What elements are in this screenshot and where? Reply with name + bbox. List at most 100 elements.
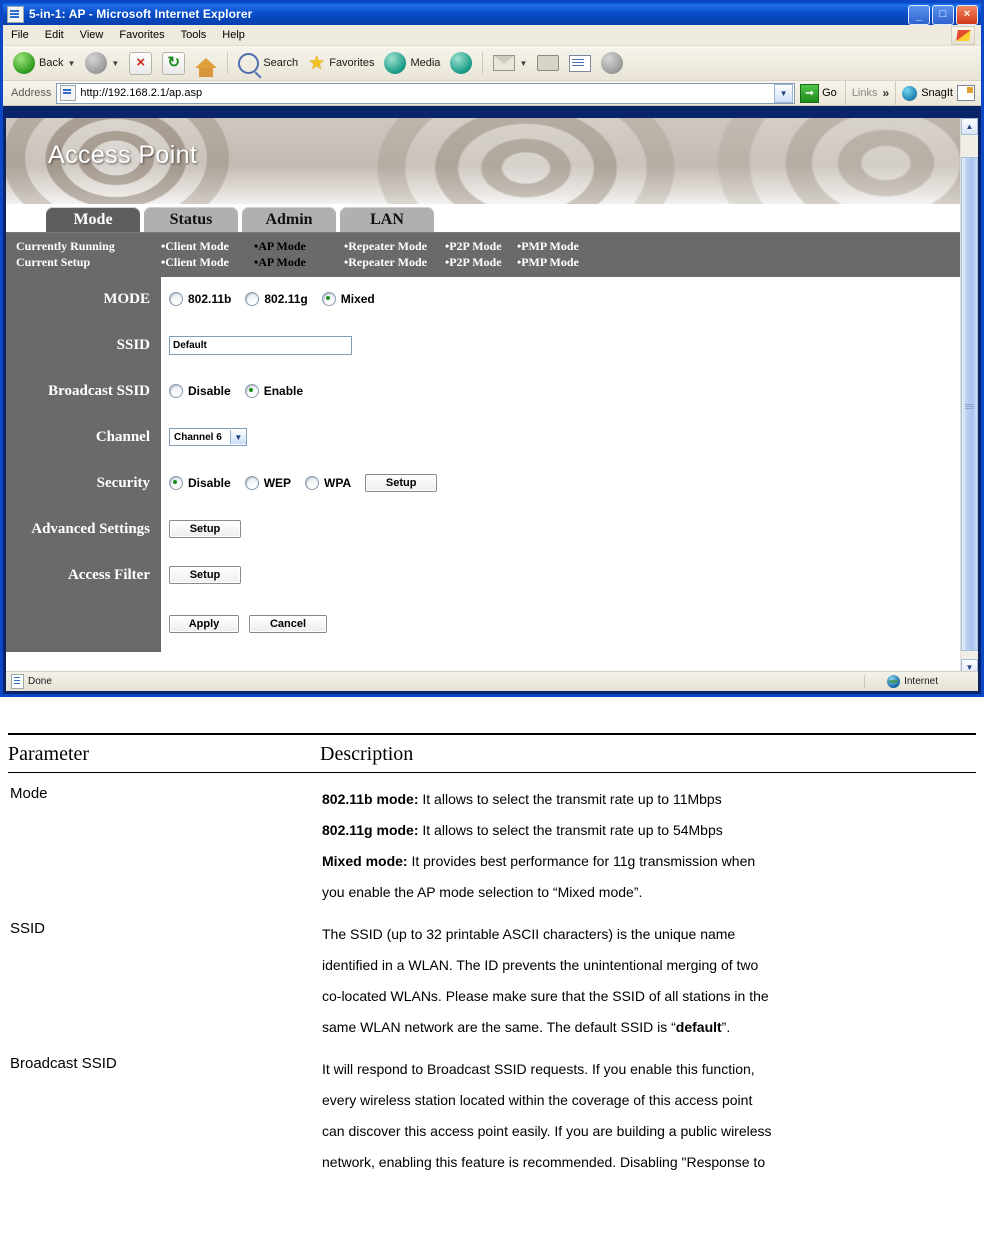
window-title: 5-in-1: AP - Microsoft Internet Explorer [29,7,253,21]
menu-edit[interactable]: Edit [45,29,64,41]
radio-label-security-wep: WEP [263,476,292,490]
security-setup-button[interactable]: Setup [365,474,438,492]
scrollbar-thumb[interactable] [961,157,978,651]
menu-file[interactable]: File [11,29,29,41]
desc-text-1-1: identified in a WLAN. The ID prevents th… [322,957,759,973]
vertical-scrollbar[interactable]: ▲ ▼ [960,118,978,676]
ie-page-icon [7,5,24,23]
address-input[interactable]: http://192.168.2.1/ap.asp ▼ [56,82,796,104]
chevron-down-icon[interactable]: ▼ [229,430,246,444]
minimize-button[interactable]: _ [908,5,930,25]
stop-button[interactable] [125,50,156,77]
current-setup-row: Current Setup •Client Mode •AP Mode •Rep… [6,254,960,270]
mail-dropdown-icon[interactable]: ▼ [519,59,527,68]
back-button[interactable]: Back ▼ [9,50,79,76]
current-setup-label: Current Setup [16,254,91,269]
ssid-input[interactable] [169,335,352,355]
menu-help[interactable]: Help [222,29,245,41]
snagit-label: SnagIt [921,87,953,99]
page-content: Access Point Mode Status Admin LAN Curre… [6,118,978,676]
menu-bar: File Edit View Favorites Tools Help [3,25,981,46]
apply-button[interactable]: Apply [169,615,239,633]
desc-text-1-3: same WLAN network are the same. The defa… [322,1019,676,1035]
discuss-button[interactable] [597,50,627,76]
search-button[interactable]: Search [234,51,302,76]
access-filter-setup-button[interactable]: Setup [169,566,241,584]
label-ssid: SSID [116,337,150,353]
address-dropdown-icon[interactable]: ▼ [774,83,794,103]
mail-icon [493,55,516,71]
history-button[interactable] [446,50,476,76]
refresh-icon [162,51,186,75]
cancel-button[interactable]: Cancel [249,615,327,633]
media-icon [384,52,407,74]
back-dropdown-icon[interactable]: ▼ [67,59,75,68]
menu-tools[interactable]: Tools [181,29,207,41]
advanced-settings-setup-button[interactable]: Setup [169,520,241,538]
radio-security-wep[interactable]: WEP [244,476,292,490]
media-button[interactable]: Media [380,50,444,76]
setup-ap-mode: •AP Mode [254,254,306,269]
tab-status[interactable]: Status [144,207,238,232]
home-button[interactable] [191,56,221,77]
chevron-double-right-icon[interactable]: » [883,86,890,100]
tab-admin[interactable]: Admin [242,207,336,232]
page-banner: Access Point [6,118,960,204]
radio-label-security-disable: Disable [188,476,231,490]
security-zone-cell[interactable]: Internet [864,675,978,688]
setup-pmp-mode: •PMP Mode [517,254,579,269]
radio-broadcast-disable[interactable]: Disable [169,384,231,398]
window-controls: _ □ × [908,5,978,25]
desc-bold-tail-1-3: default [675,1019,722,1035]
channel-select[interactable]: Channel 6 ▼ [169,428,247,446]
desc-text-1-2: co-located WLANs. Please make sure that … [322,988,769,1004]
table-row: Mode 802.11b mode: It allows to select t… [8,773,976,908]
minimize-icon: _ [915,10,923,22]
go-label: Go [822,87,837,99]
forward-button[interactable]: ▼ [81,50,123,76]
radio-security-wpa[interactable]: WPA [305,476,351,490]
running-ap-mode: •AP Mode [254,238,306,253]
scrollbar-grip-icon [965,404,974,409]
media-label: Media [410,57,441,69]
radio-label-security-wpa: WPA [324,476,352,490]
menu-view[interactable]: View [80,29,104,41]
form-label-column: MODE SSID Broadcast SSID Channel Securit… [6,277,161,652]
header-parameter: Parameter [8,743,90,765]
maximize-button[interactable]: □ [932,5,954,25]
go-button[interactable]: ➞ Go [795,83,845,103]
snagit-toolbar[interactable]: SnagIt [895,81,981,105]
radio-security-disable[interactable]: Disable [169,476,231,490]
desc-bold-0-1: 802.11g mode: [322,822,419,838]
menu-favorites[interactable]: Favorites [119,29,164,41]
currently-running-row: Currently Running •Client Mode •AP Mode … [6,238,960,254]
radio-mode-80211g[interactable]: 802.11g [245,292,308,306]
print-button[interactable] [533,53,563,73]
radio-broadcast-enable[interactable]: Enable [244,384,303,398]
snagit-capture-icon[interactable] [957,85,975,101]
row-access-filter: Setup [161,565,960,611]
radio-label-80211b: 802.11b [188,292,232,306]
desc-text-0-1: It allows to select the transmit rate up… [418,822,723,838]
favorites-button[interactable]: ★ Favorites [304,52,378,75]
label-access-filter: Access Filter [67,567,150,583]
close-button[interactable]: × [956,5,978,25]
edit-button[interactable] [565,53,595,74]
tab-mode[interactable]: Mode [46,207,140,232]
scroll-up-button[interactable]: ▲ [961,118,978,135]
scrollbar-track[interactable] [961,135,978,659]
setup-p2p-mode: •P2P Mode [445,254,502,269]
navigation-toolbar: Back ▼ ▼ Search ★ Favorites Media ▼ [3,46,981,81]
access-point-page: Access Point Mode Status Admin LAN Curre… [6,118,960,676]
refresh-button[interactable] [158,50,189,77]
forward-dropdown-icon[interactable]: ▼ [111,59,119,68]
label-channel: Channel [95,429,150,445]
radio-mode-mixed[interactable]: Mixed [321,292,375,306]
form-control-column: 802.11b 802.11g Mixed Default Disable En… [161,277,960,652]
label-security: Security [96,475,150,491]
links-toolbar[interactable]: Links » [844,81,895,105]
mail-button[interactable]: ▼ [489,53,531,73]
radio-mode-80211b[interactable]: 802.11b [169,292,231,306]
radio-icon-broadcast-disable [169,384,183,398]
tab-lan[interactable]: LAN [340,207,434,232]
